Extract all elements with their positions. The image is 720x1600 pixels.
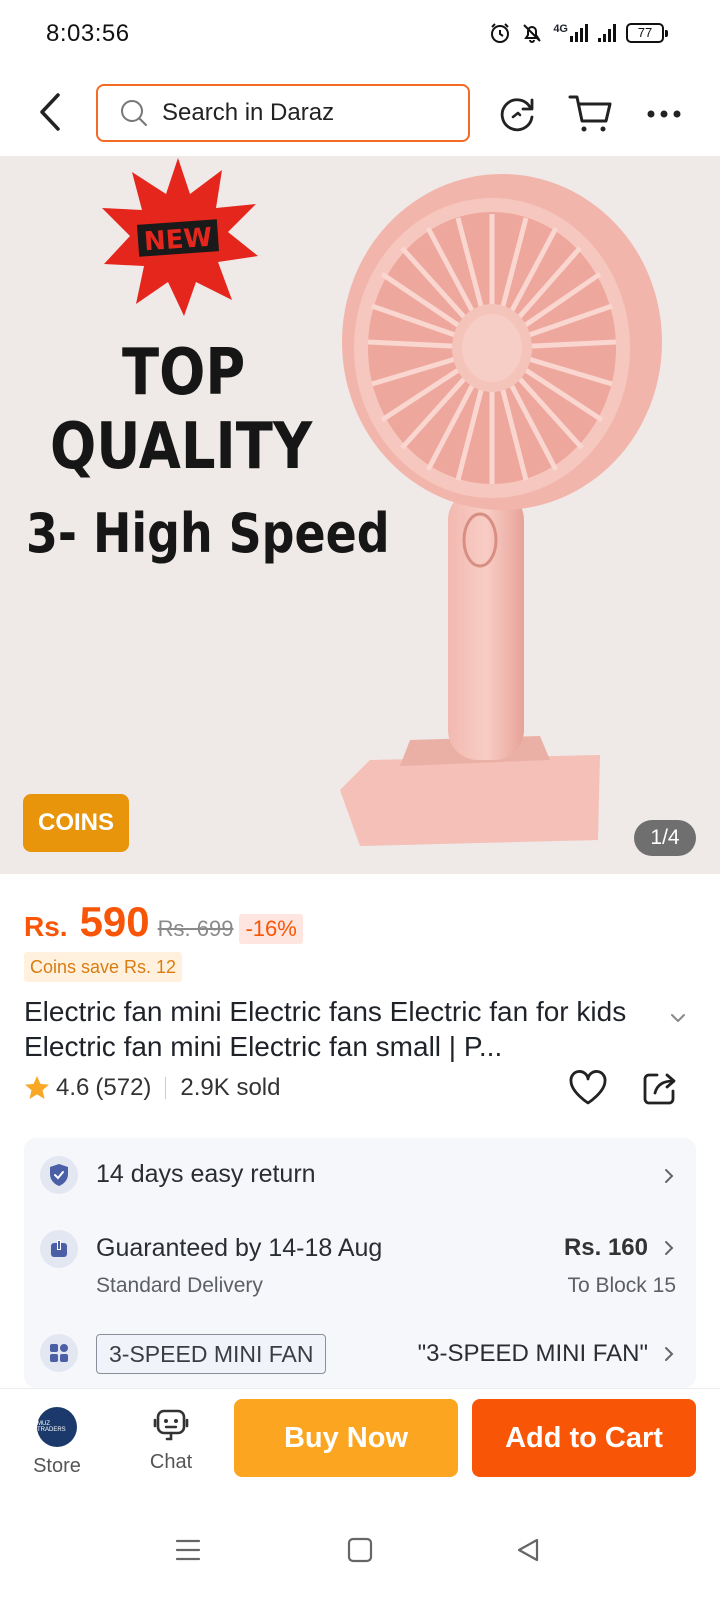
hero-line-quality: QUALITY xyxy=(50,410,313,484)
home-square-icon xyxy=(347,1537,373,1563)
price-row: Rs. 590 Rs. 699 -16% xyxy=(24,898,303,946)
product-title[interactable]: Electric fan mini Electric fans Electric… xyxy=(24,994,664,1064)
delivery-guarantee-text: Guaranteed by 14-18 Aug xyxy=(96,1234,383,1262)
store-logo-text: MUZ TRADERS xyxy=(37,1421,66,1433)
coins-badge: COINS xyxy=(23,794,129,852)
delivery-location: To Block 15 xyxy=(567,1274,676,1297)
variant-chip[interactable]: 3-SPEED MINI FAN xyxy=(96,1334,327,1374)
delivery-fee: Rs. 160 xyxy=(563,1234,648,1261)
share-icon xyxy=(643,1073,676,1105)
back-icon xyxy=(40,93,60,131)
chat-label: Chat xyxy=(149,1451,193,1473)
system-nav-bar xyxy=(0,1498,720,1600)
bottom-action-bar: MUZ TRADERS Store Chat Buy Now Add to Ca… xyxy=(0,1388,720,1498)
sold-count: 2.9K sold xyxy=(180,1074,281,1101)
chevron-right-icon xyxy=(665,1241,674,1255)
home-nav-button[interactable] xyxy=(340,1530,380,1570)
delivery-type-text: Standard Delivery xyxy=(96,1274,263,1297)
buy-now-button[interactable]: Buy Now xyxy=(234,1399,458,1477)
chevron-down-icon[interactable] xyxy=(664,1008,692,1028)
chevron-right-icon xyxy=(665,1169,674,1183)
variant-row[interactable]: 3-SPEED MINI FAN "3-SPEED MINI FAN" xyxy=(24,1324,696,1388)
network-type: 4G xyxy=(553,23,568,35)
return-policy-text: 14 days easy return xyxy=(96,1160,316,1188)
delivery-icon xyxy=(40,1230,78,1268)
search-icon xyxy=(121,100,147,126)
divider xyxy=(165,1077,167,1099)
rating-value: 4.6 xyxy=(56,1074,90,1101)
shield-icon xyxy=(40,1156,78,1194)
price-value: 590 xyxy=(79,898,150,945)
product-image-carousel[interactable]: NEW TOP QUALITY 3- High Speed COINS 1/4 xyxy=(0,156,720,874)
review-count: (572) xyxy=(95,1074,152,1101)
service-info-card: 14 days easy return Guaranteed by 14-18 … xyxy=(24,1138,696,1388)
grid-icon xyxy=(40,1334,78,1372)
new-badge-text: NEW xyxy=(143,223,213,258)
top-header: Search in Daraz xyxy=(0,70,720,156)
new-starburst-badge: NEW xyxy=(102,158,258,316)
chat-icon xyxy=(153,1409,189,1441)
status-icons: 4G 77 xyxy=(489,22,668,44)
status-bar: 8:03:56 4G 77 xyxy=(0,0,720,70)
status-time: 8:03:56 xyxy=(46,20,130,47)
cart-icon xyxy=(568,95,612,132)
store-button[interactable]: MUZ TRADERS Store xyxy=(12,1407,102,1478)
coins-save-tag: Coins save Rs. 12 xyxy=(24,952,183,982)
selected-variant: "3-SPEED MINI FAN" xyxy=(417,1340,648,1367)
history-button[interactable] xyxy=(494,90,542,138)
back-button[interactable] xyxy=(30,90,70,134)
more-icon xyxy=(647,110,681,118)
back-nav-button[interactable] xyxy=(508,1530,548,1570)
menu-icon xyxy=(175,1539,201,1561)
return-policy-row[interactable]: 14 days easy return xyxy=(24,1138,696,1212)
hero-line-top: TOP xyxy=(122,336,246,410)
heart-icon xyxy=(569,1070,607,1105)
chevron-right-icon xyxy=(665,1347,674,1361)
alarm-icon xyxy=(491,23,510,43)
search-input[interactable]: Search in Daraz xyxy=(96,84,470,142)
rating-row[interactable]: 4.6 (572) 2.9K sold xyxy=(24,1070,280,1106)
price-currency: Rs. xyxy=(24,911,68,942)
delivery-row[interactable]: Guaranteed by 14-18 Aug Standard Deliver… xyxy=(24,1218,696,1306)
menu-nav-button[interactable] xyxy=(168,1530,208,1570)
history-icon xyxy=(500,98,534,132)
star-icon xyxy=(25,1076,49,1099)
share-button[interactable] xyxy=(638,1066,682,1110)
signal-4g-icon: 4G xyxy=(553,24,588,42)
add-to-cart-button[interactable]: Add to Cart xyxy=(472,1399,696,1477)
more-button[interactable] xyxy=(640,90,688,138)
image-counter: 1/4 xyxy=(634,820,696,856)
back-triangle-icon xyxy=(517,1538,539,1562)
fan-product-illustration xyxy=(340,174,662,846)
bell-off-icon xyxy=(523,24,542,43)
chat-button[interactable]: Chat xyxy=(126,1407,216,1474)
search-placeholder: Search in Daraz xyxy=(162,99,335,126)
store-logo: MUZ TRADERS xyxy=(37,1407,77,1447)
signal-icon xyxy=(598,24,616,42)
wishlist-button[interactable] xyxy=(566,1066,610,1110)
discount-badge: -16% xyxy=(239,914,303,944)
store-label: Store xyxy=(33,1455,81,1477)
cart-button[interactable] xyxy=(566,90,614,138)
battery-icon: 77 xyxy=(626,23,668,43)
original-price: Rs. 699 xyxy=(157,916,234,941)
